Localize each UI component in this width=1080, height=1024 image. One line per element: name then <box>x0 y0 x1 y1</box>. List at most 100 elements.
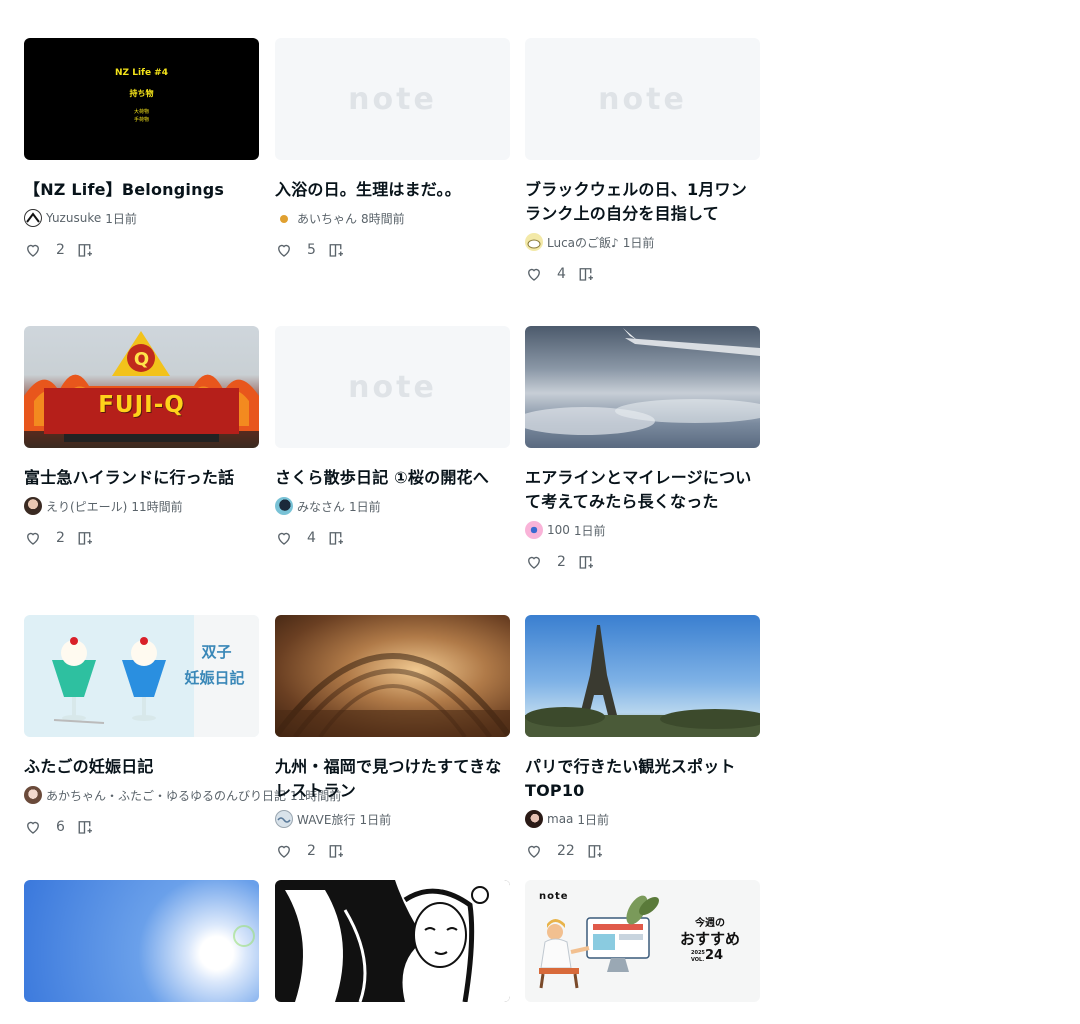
author-name[interactable]: maa <box>547 812 573 826</box>
heart-icon[interactable] <box>275 529 293 547</box>
note-logo: note <box>348 81 437 117</box>
article-thumbnail[interactable] <box>275 880 510 1002</box>
like-count: 4 <box>307 530 316 546</box>
article-meta: WAVE旅行 1日前 <box>275 810 510 828</box>
like-count: 4 <box>557 266 566 282</box>
article-thumbnail[interactable] <box>525 615 760 737</box>
author-name[interactable]: 100 <box>547 523 570 537</box>
like-count: 2 <box>56 530 65 546</box>
article-card[interactable]: Q FUJI-Q 富士急ハイランドに行った話 えり(ピエール) 11時間前 2 <box>24 326 259 547</box>
article-card[interactable]: note 今週の おすすめ 2025 VOL. 24 <box>525 880 760 1020</box>
thumbnail-text: FUJI-Q <box>98 392 185 418</box>
avatar[interactable] <box>525 810 543 828</box>
article-thumbnail[interactable]: NZ Life #4 持ち物 大荷物 手荷物 <box>24 38 259 160</box>
post-time: 1日前 <box>573 523 606 538</box>
heart-icon[interactable] <box>525 553 543 571</box>
magazine-add-icon[interactable] <box>328 241 346 259</box>
heart-icon[interactable] <box>525 265 543 283</box>
thumbnail-text: 大荷物 <box>133 109 149 115</box>
article-title[interactable]: パリで行きたい観光スポットTOP10 <box>525 755 760 803</box>
article-card[interactable]: note ブラックウェルの日、1月ワンランク上の自分を目指して Lucaのご飯♪… <box>525 38 760 283</box>
thumbnail-text: 持ち物 <box>129 89 154 98</box>
post-time: 1日前 <box>622 235 655 250</box>
article-meta: Yuzusuke 1日前 <box>24 209 259 227</box>
article-meta: あかちゃん・ふたご・ゆるゆるのんびり日記 11時間前 <box>24 786 341 804</box>
article-actions: 4 <box>275 529 510 547</box>
article-card[interactable] <box>275 880 510 1020</box>
article-actions: 2 <box>24 241 259 259</box>
avatar[interactable] <box>275 497 293 515</box>
article-card[interactable]: 九州・福岡で見つけたすてきなレストラン WAVE旅行 1日前 2 <box>275 615 510 860</box>
article-thumbnail[interactable] <box>275 615 510 737</box>
author-name[interactable]: あかちゃん・ふたご・ゆるゆるのんびり日記 <box>46 787 286 804</box>
heart-icon[interactable] <box>24 241 42 259</box>
article-title[interactable]: 入浴の日。生理はまだ。。 <box>275 178 510 202</box>
thumbnail-text: 24 <box>705 948 724 963</box>
article-title[interactable]: ブラックウェルの日、1月ワンランク上の自分を目指して <box>525 178 760 226</box>
avatar[interactable] <box>24 209 42 227</box>
article-meta: 100 1日前 <box>525 521 760 539</box>
article-thumbnail[interactable]: note 今週の おすすめ 2025 VOL. 24 <box>525 880 760 1002</box>
author-name[interactable]: あいちゃん <box>297 210 357 227</box>
thumbnail-text: 手荷物 <box>133 117 149 123</box>
article-thumbnail[interactable] <box>525 326 760 448</box>
avatar[interactable] <box>24 497 42 515</box>
magazine-add-icon[interactable] <box>77 818 95 836</box>
like-count: 2 <box>56 242 65 258</box>
article-title[interactable]: 富士急ハイランドに行った話 <box>24 466 259 490</box>
author-name[interactable]: えり(ピエール) <box>46 498 127 515</box>
avatar[interactable] <box>525 521 543 539</box>
magazine-add-icon[interactable] <box>77 529 95 547</box>
article-actions: 22 <box>525 842 760 860</box>
avatar[interactable] <box>275 209 293 227</box>
magazine-add-icon[interactable] <box>77 241 95 259</box>
article-card[interactable]: 双子 妊娠日記 ふたごの妊娠日記 あかちゃん・ふたご・ゆるゆるのんびり日記 11… <box>24 615 341 836</box>
article-thumbnail[interactable]: 双子 妊娠日記 <box>24 615 259 737</box>
thumbnail-text: 妊娠日記 <box>184 669 245 687</box>
heart-icon[interactable] <box>24 818 42 836</box>
article-thumbnail[interactable]: note <box>275 326 510 448</box>
thumbnail-text: 今週の <box>695 918 725 929</box>
avatar[interactable] <box>275 810 293 828</box>
article-actions: 4 <box>525 265 760 283</box>
article-title[interactable]: ふたごの妊娠日記 <box>24 755 259 779</box>
article-title[interactable]: エアラインとマイレージについて考えてみたら長くなった <box>525 466 760 514</box>
magazine-add-icon[interactable] <box>328 529 346 547</box>
article-card[interactable]: エアラインとマイレージについて考えてみたら長くなった 100 1日前 2 <box>525 326 760 571</box>
magazine-add-icon[interactable] <box>578 553 596 571</box>
heart-icon[interactable] <box>24 529 42 547</box>
article-actions: 5 <box>275 241 510 259</box>
post-time: 1日前 <box>577 812 610 827</box>
heart-icon[interactable] <box>275 241 293 259</box>
article-card[interactable]: note さくら散歩日記 ①桜の開花へ みなさん 1日前 4 <box>275 326 510 547</box>
like-count: 2 <box>307 843 316 859</box>
heart-icon[interactable] <box>525 842 543 860</box>
thumbnail-text: 2025 <box>691 950 705 956</box>
article-card[interactable]: NZ Life #4 持ち物 大荷物 手荷物 【NZ Life】Belongin… <box>24 38 259 259</box>
like-count: 2 <box>557 554 566 570</box>
article-thumbnail[interactable]: note <box>525 38 760 160</box>
magazine-add-icon[interactable] <box>328 842 346 860</box>
author-name[interactable]: Yuzusuke <box>46 211 101 225</box>
author-name[interactable]: WAVE旅行 <box>297 811 355 828</box>
article-title[interactable]: 【NZ Life】Belongings <box>24 178 259 202</box>
avatar[interactable] <box>24 786 42 804</box>
thumbnail-text: VOL. <box>691 957 705 963</box>
avatar[interactable] <box>525 233 543 251</box>
article-title[interactable]: さくら散歩日記 ①桜の開花へ <box>275 466 510 490</box>
article-card[interactable]: パリで行きたい観光スポットTOP10 maa 1日前 22 <box>525 615 760 860</box>
magazine-add-icon[interactable] <box>578 265 596 283</box>
like-count: 22 <box>557 843 575 859</box>
author-name[interactable]: Lucaのご飯♪ <box>547 234 619 251</box>
article-meta: えり(ピエール) 11時間前 <box>24 497 259 515</box>
author-name[interactable]: みなさん <box>297 498 345 515</box>
article-card[interactable]: note 入浴の日。生理はまだ。。 あいちゃん 8時間前 5 <box>275 38 510 259</box>
article-thumbnail[interactable]: Q FUJI-Q <box>24 326 259 448</box>
article-thumbnail[interactable]: note <box>275 38 510 160</box>
article-thumbnail[interactable] <box>24 880 259 1002</box>
article-actions: 2 <box>24 529 259 547</box>
article-card[interactable] <box>24 880 259 1020</box>
magazine-add-icon[interactable] <box>587 842 605 860</box>
heart-icon[interactable] <box>275 842 293 860</box>
article-title[interactable]: 九州・福岡で見つけたすてきなレストラン <box>275 755 510 803</box>
